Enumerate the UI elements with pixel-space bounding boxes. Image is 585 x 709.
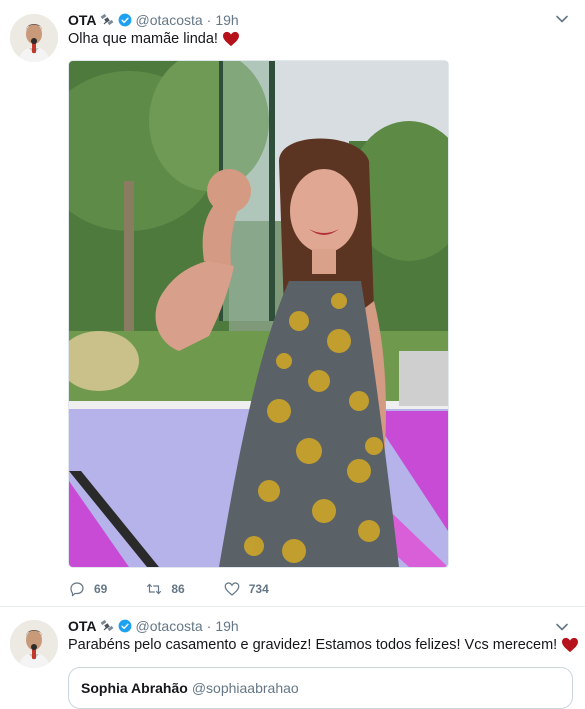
photo-woman-in-floral-dress xyxy=(69,61,448,567)
tweet-text: Parabéns pelo casamento e gravidez! Esta… xyxy=(68,635,579,655)
quoted-handle: @sophiaabrahao xyxy=(191,680,299,696)
separator-dot: · xyxy=(206,618,212,634)
reply-icon xyxy=(70,582,84,597)
quoted-display-name: Sophia Abrahão xyxy=(81,680,188,696)
tweet-text-content: Olha que mamãe linda! xyxy=(68,31,218,47)
timestamp[interactable]: 19h xyxy=(215,12,238,28)
tweet-header: OTA @otacosta · 19h xyxy=(68,10,239,30)
verified-badge-icon xyxy=(118,619,131,633)
avatar[interactable] xyxy=(10,620,58,668)
like-action[interactable]: 734 xyxy=(223,580,269,598)
satellite-emoji-icon xyxy=(100,619,113,632)
satellite-emoji-icon xyxy=(100,13,113,26)
handle[interactable]: @otacosta xyxy=(136,12,203,28)
retweet-count: 86 xyxy=(171,582,185,596)
tweet-text: Olha que mamãe linda! xyxy=(68,29,240,49)
display-name[interactable]: OTA xyxy=(68,618,97,634)
avatar[interactable] xyxy=(10,14,58,62)
like-icon xyxy=(224,582,240,596)
avatar-photo xyxy=(10,620,58,668)
heart-emoji-icon xyxy=(222,31,239,47)
tweet-text-content: Parabéns pelo casamento e gravidez! Esta… xyxy=(68,637,558,653)
tweet-header: OTA @otacosta · 19h xyxy=(68,616,239,636)
avatar-photo xyxy=(10,14,58,62)
display-name[interactable]: OTA xyxy=(68,12,97,28)
tweet-actions: 69 86 734 xyxy=(68,579,307,599)
verified-badge-icon xyxy=(118,13,131,27)
timestamp[interactable]: 19h xyxy=(215,618,238,634)
quoted-tweet[interactable]: Sophia Abrahão @sophiaabrahao xyxy=(68,667,573,709)
chevron-down-icon[interactable] xyxy=(555,620,569,634)
separator-dot: · xyxy=(206,12,212,28)
retweet-action[interactable]: 86 xyxy=(145,580,185,598)
reply-count: 69 xyxy=(94,582,108,596)
tweet-photo[interactable] xyxy=(68,60,449,568)
reply-action[interactable]: 69 xyxy=(68,580,107,598)
chevron-down-icon[interactable] xyxy=(555,12,569,26)
handle[interactable]: @otacosta xyxy=(136,618,203,634)
like-count: 734 xyxy=(248,582,269,596)
retweet-icon xyxy=(147,583,162,595)
heart-emoji-icon xyxy=(562,637,579,653)
